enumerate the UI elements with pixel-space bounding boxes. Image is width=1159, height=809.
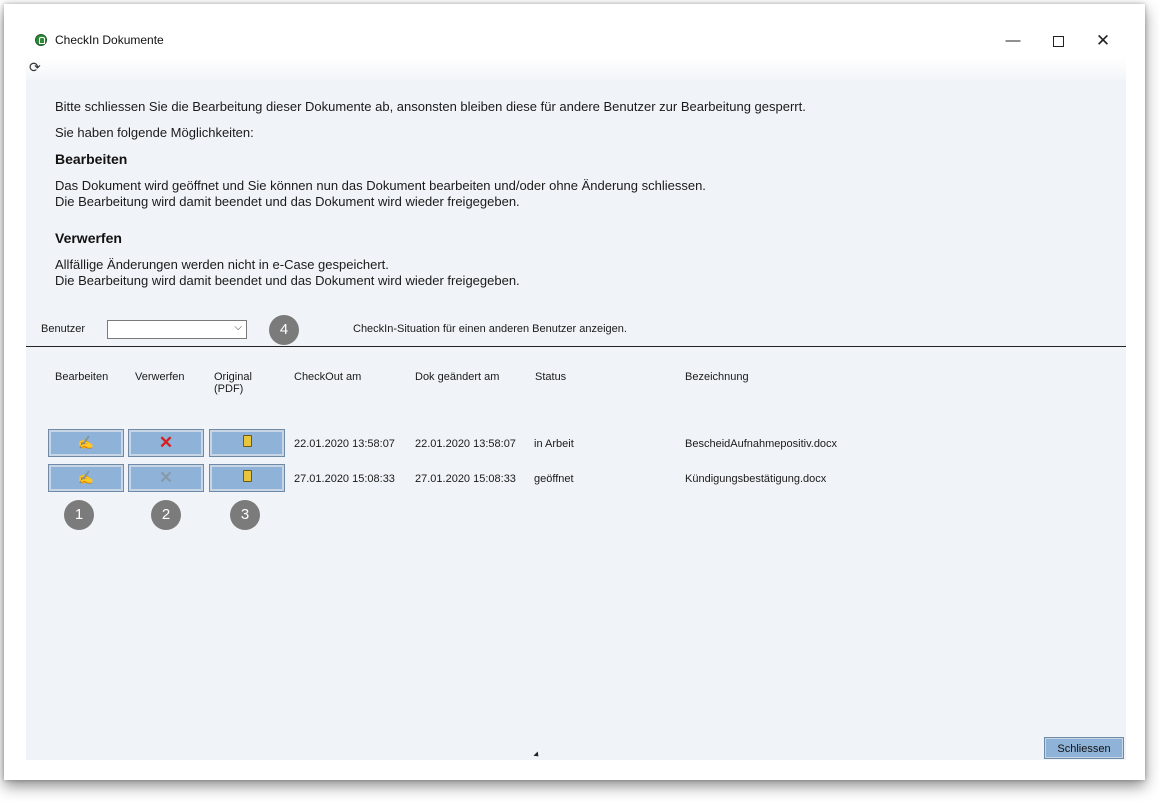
col-header-bearbeiten: Bearbeiten: [55, 371, 109, 383]
mouse-cursor-icon: [533, 751, 541, 759]
row1-status: in Arbeit: [534, 438, 574, 450]
discard-button-row1[interactable]: ✕: [128, 429, 204, 457]
window-title: CheckIn Dokumente: [55, 33, 164, 47]
row1-name[interactable]: BescheidAufnahmepositiv.docx: [685, 438, 837, 450]
close-icon: ✕: [158, 433, 174, 452]
refresh-icon[interactable]: ⟳: [29, 59, 41, 76]
col-header-original-line1: Original: [214, 371, 252, 383]
pencil-icon: ✍: [77, 470, 95, 485]
col-header-original: Original (PDF): [214, 371, 252, 395]
minimize-button[interactable]: —: [998, 30, 1028, 52]
chevron-down-icon: ⌵: [234, 322, 242, 333]
edit-button-row2[interactable]: ✍: [48, 464, 124, 492]
verwerfen-heading: Verwerfen: [55, 230, 122, 246]
callout-badge-4: 4: [269, 315, 299, 345]
document-icon: [242, 470, 252, 482]
maximize-button[interactable]: [1043, 30, 1073, 52]
callout-badge-1: 1: [64, 500, 94, 530]
title-bar: CheckIn Dokumente — ✕: [26, 24, 1126, 58]
callout-badge-3: 3: [230, 500, 260, 530]
close-icon: ✕: [158, 468, 174, 487]
benutzer-hint: CheckIn-Situation für einen anderen Benu…: [353, 323, 627, 335]
col-header-name: Bezeichnung: [685, 371, 749, 383]
col-header-checkout: CheckOut am: [294, 371, 362, 383]
discard-button-row2-disabled: ✕: [128, 464, 204, 492]
row1-checkout: 22.01.2020 13:58:07: [294, 438, 395, 450]
divider: [26, 346, 1126, 347]
intro-text: Bitte schliessen Sie die Bearbeitung die…: [55, 99, 806, 114]
bearbeiten-description-2: Die Bearbeitung wird damit beendet und d…: [55, 194, 520, 209]
row2-checkout: 27.01.2020 15:08:33: [294, 473, 395, 485]
bearbeiten-description-1: Das Dokument wird geöffnet und Sie könne…: [55, 178, 706, 193]
app-icon: [35, 34, 47, 46]
pencil-icon: ✍: [77, 435, 95, 450]
edit-button-row1[interactable]: ✍: [48, 429, 124, 457]
original-pdf-button-row2[interactable]: [209, 464, 285, 492]
row1-changed: 22.01.2020 13:58:07: [415, 438, 516, 450]
benutzer-dropdown[interactable]: ⌵: [107, 320, 247, 339]
content-area: Bitte schliessen Sie die Bearbeitung die…: [26, 80, 1126, 760]
row2-changed: 27.01.2020 15:08:33: [415, 473, 516, 485]
maximize-icon: [1052, 36, 1064, 47]
checkin-dialog: CheckIn Dokumente — ✕ ⟳ Bitte schliessen…: [26, 24, 1126, 760]
toolbar: ⟳: [26, 58, 1126, 80]
callout-badge-2: 2: [151, 500, 181, 530]
benutzer-label: Benutzer: [41, 323, 86, 335]
schliessen-button[interactable]: Schliessen: [1044, 737, 1124, 759]
bearbeiten-heading: Bearbeiten: [55, 151, 128, 167]
close-window-button[interactable]: ✕: [1088, 30, 1118, 52]
col-header-verwerfen: Verwerfen: [135, 371, 185, 383]
row2-status: geöffnet: [534, 473, 574, 485]
row2-name[interactable]: Kündigungsbestätigung.docx: [685, 473, 826, 485]
verwerfen-description-1: Allfällige Änderungen werden nicht in e-…: [55, 257, 389, 272]
options-intro: Sie haben folgende Möglichkeiten:: [55, 125, 254, 140]
document-icon: [242, 435, 252, 447]
col-header-changed: Dok geändert am: [415, 371, 500, 383]
col-header-original-line2: (PDF): [214, 383, 244, 395]
col-header-status: Status: [535, 371, 567, 383]
original-pdf-button-row1[interactable]: [209, 429, 285, 457]
verwerfen-description-2: Die Bearbeitung wird damit beendet und d…: [55, 273, 520, 288]
